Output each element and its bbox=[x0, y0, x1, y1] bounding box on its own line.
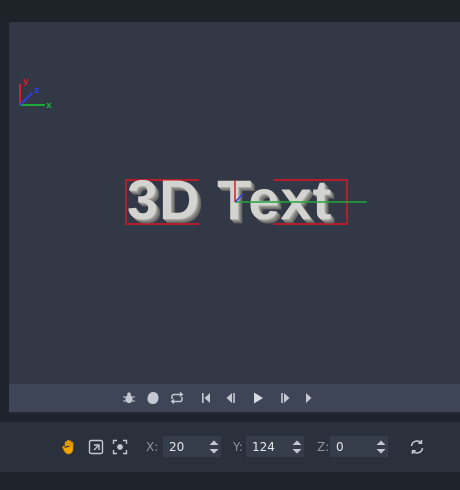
top-bar bbox=[0, 0, 460, 22]
play-icon[interactable] bbox=[250, 390, 266, 406]
z-label: Z: bbox=[317, 440, 330, 454]
sync-refresh-icon[interactable] bbox=[408, 438, 426, 456]
skip-to-start-icon[interactable] bbox=[198, 390, 214, 406]
z-axis-label: z bbox=[34, 86, 40, 96]
divider bbox=[0, 414, 460, 422]
bottom-bar bbox=[0, 472, 460, 490]
step-back-icon[interactable] bbox=[222, 390, 238, 406]
x-label: X: bbox=[146, 440, 159, 454]
loop-icon[interactable] bbox=[169, 390, 185, 406]
fit-frame-icon[interactable] bbox=[87, 438, 105, 456]
y-stepper-icon[interactable] bbox=[291, 437, 303, 457]
x-stepper-icon[interactable] bbox=[208, 437, 220, 457]
blob-icon[interactable] bbox=[145, 390, 161, 406]
hand-pan-icon[interactable] bbox=[60, 438, 78, 456]
left-panel-edge bbox=[0, 22, 9, 414]
text-object[interactable]: 3D Text bbox=[119, 167, 379, 237]
transform-gizmo[interactable] bbox=[119, 167, 379, 237]
transform-toolbar: X: Y: Z: bbox=[0, 422, 460, 472]
y-label: Y: bbox=[233, 440, 243, 454]
x-axis-label: x bbox=[46, 101, 52, 111]
axis-gizmo: y z x bbox=[15, 78, 55, 112]
3d-viewport[interactable]: y z x 3D Text bbox=[9, 22, 460, 384]
focus-selection-icon[interactable] bbox=[111, 438, 129, 456]
z-stepper-icon[interactable] bbox=[375, 437, 387, 457]
step-forward-icon[interactable] bbox=[278, 390, 294, 406]
y-axis-label: y bbox=[23, 77, 29, 87]
bug-icon[interactable] bbox=[121, 390, 137, 406]
playback-bar bbox=[9, 384, 460, 412]
skip-to-end-icon[interactable] bbox=[301, 390, 317, 406]
